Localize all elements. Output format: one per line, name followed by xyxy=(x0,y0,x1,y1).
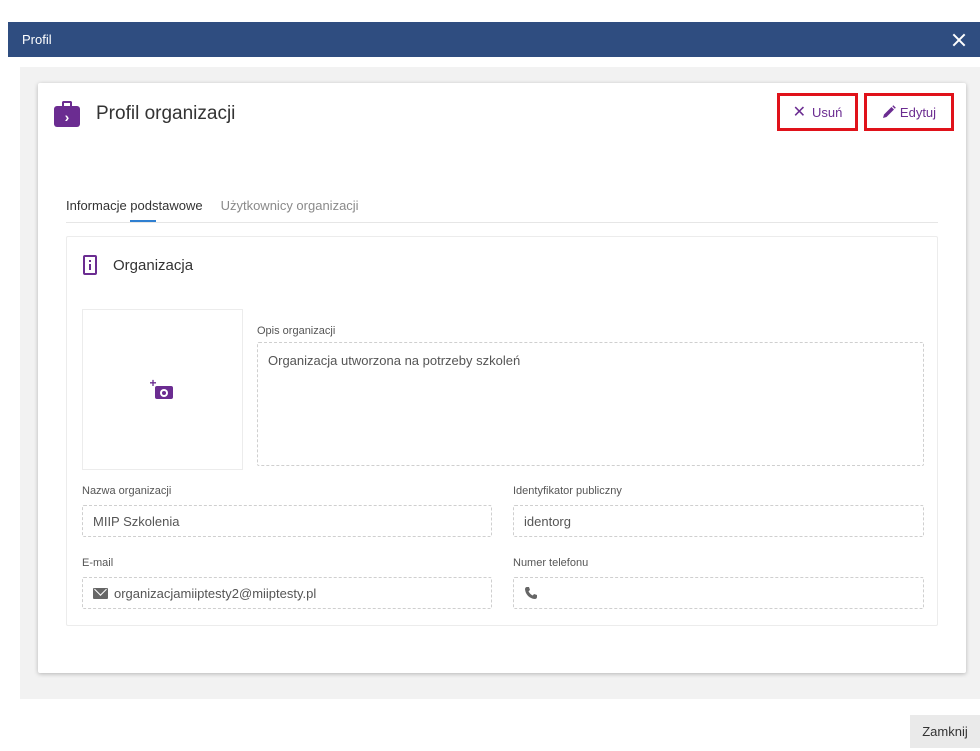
dialog-titlebar: Profil xyxy=(8,22,980,57)
profile-card: › Profil organizacji ✕ Usuń Edytuj Infor… xyxy=(38,83,966,673)
delete-button[interactable]: ✕ Usuń xyxy=(777,93,858,131)
close-icon: ✕ xyxy=(792,104,807,121)
delete-button-label: Usuń xyxy=(812,104,843,120)
email-label: E-mail xyxy=(82,557,114,569)
close-button[interactable]: Zamknij xyxy=(910,715,980,748)
add-photo-icon: + xyxy=(150,376,174,399)
public-id-value: identorg xyxy=(524,513,571,529)
tab-basic-info[interactable]: Informacje podstawowe xyxy=(66,195,203,222)
dialog-title: Profil xyxy=(22,32,52,47)
tab-label: Informacje podstawowe xyxy=(66,198,203,213)
phone-icon xyxy=(525,587,537,599)
pencil-icon xyxy=(882,105,896,118)
tab-bar: Informacje podstawowe Użytkownicy organi… xyxy=(66,195,938,223)
description-label: Opis organizacji xyxy=(257,325,336,337)
email-value: organizacjamiiptesty2@miiptesty.pl xyxy=(114,585,317,601)
name-label: Nazwa organizacji xyxy=(82,485,172,497)
info-icon xyxy=(83,255,97,275)
section-title: Organizacja xyxy=(113,256,194,274)
card-header: › Profil organizacji xyxy=(54,101,235,127)
section-header: Organizacja xyxy=(83,255,193,275)
close-icon[interactable] xyxy=(950,31,968,49)
description-value: Organizacja utworzona na potrzeby szkole… xyxy=(268,353,521,368)
name-field[interactable]: MIIP Szkolenia xyxy=(82,505,492,537)
edit-button-label: Edytuj xyxy=(899,104,937,120)
organization-section: Organizacja + Opis organizacji Organizac… xyxy=(66,236,938,626)
edit-button[interactable]: Edytuj xyxy=(864,93,954,131)
public-id-field[interactable]: identorg xyxy=(513,505,924,537)
description-field[interactable]: Organizacja utworzona na potrzeby szkole… xyxy=(257,342,924,466)
tab-organization-users[interactable]: Użytkownicy organizacji xyxy=(221,195,359,222)
card-title: Profil organizacji xyxy=(96,103,236,124)
tab-label: Użytkownicy organizacji xyxy=(220,198,359,213)
phone-field[interactable] xyxy=(513,577,924,609)
public-id-label: Identyfikator publiczny xyxy=(513,485,622,497)
photo-upload[interactable]: + xyxy=(82,309,243,470)
phone-label: Numer telefonu xyxy=(513,557,589,569)
close-button-label: Zamknij xyxy=(922,724,968,739)
briefcase-icon: › xyxy=(54,101,80,127)
mail-icon xyxy=(93,587,108,599)
email-field[interactable]: organizacjamiiptesty2@miiptesty.pl xyxy=(82,577,492,609)
card-actions: ✕ Usuń Edytuj xyxy=(777,93,954,131)
name-value: MIIP Szkolenia xyxy=(93,513,180,529)
active-tab-indicator xyxy=(130,220,156,222)
